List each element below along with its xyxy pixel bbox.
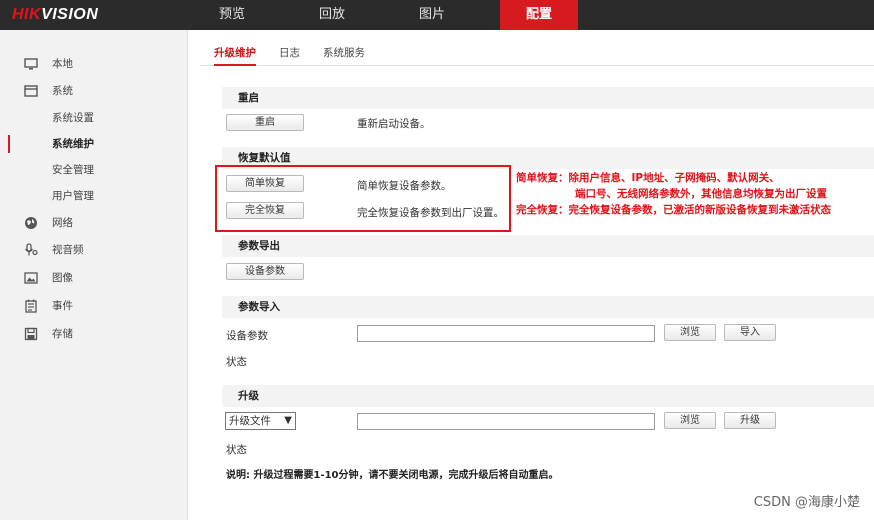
annotation-simple-restore-line1: 简单恢复：除用户信息、IP地址、子网掩码、默认网关、 bbox=[516, 172, 780, 184]
tab-system-service[interactable]: 系统服务 bbox=[323, 44, 365, 66]
upgrade-button[interactable]: 升级 bbox=[724, 412, 776, 429]
sidebar-item-audio-video[interactable]: 视音频 bbox=[0, 238, 188, 262]
import-label: 设备参数 bbox=[226, 330, 268, 342]
system-icon bbox=[24, 85, 38, 97]
sidebar-item-label: 视音频 bbox=[52, 244, 84, 256]
upgrade-note: 说明: 升级过程需要1-10分钟，请不要关闭电源，完成升级后将自动重启。 bbox=[226, 470, 559, 481]
upgrade-file-path-input[interactable] bbox=[357, 413, 655, 430]
section-header-upgrade: 升级 bbox=[222, 385, 874, 407]
sidebar-item-label: 系统设置 bbox=[52, 112, 94, 124]
sidebar-item-storage[interactable]: 存储 bbox=[0, 322, 188, 346]
restart-button[interactable]: 重启 bbox=[226, 114, 304, 131]
sidebar-item-label: 图像 bbox=[52, 272, 73, 284]
chevron-down-icon: ▼ bbox=[284, 415, 292, 426]
top-navigation-bar: HIKVISION 预览 回放 图片 配置 bbox=[0, 0, 874, 30]
import-status-label: 状态 bbox=[226, 356, 247, 368]
sidebar-item-label: 系统 bbox=[52, 85, 73, 97]
monitor-icon bbox=[24, 58, 38, 70]
sidebar-item-label: 本地 bbox=[52, 58, 73, 70]
sidebar-item-system-settings[interactable]: 系统设置 bbox=[0, 106, 188, 130]
section-header-parameter-import: 参数导入 bbox=[222, 296, 874, 318]
upgrade-status-label: 状态 bbox=[226, 444, 247, 456]
upgrade-file-type-select[interactable]: 升级文件 ▼ bbox=[225, 412, 296, 430]
sidebar-item-label: 网络 bbox=[52, 217, 73, 229]
sidebar-item-label: 存储 bbox=[52, 328, 73, 340]
import-browse-button[interactable]: 浏览 bbox=[664, 324, 716, 341]
tab-upgrade-maintenance[interactable]: 升级维护 bbox=[214, 44, 256, 66]
storage-icon bbox=[24, 327, 38, 341]
upgrade-browse-button[interactable]: 浏览 bbox=[664, 412, 716, 429]
tab-bar: 升级维护 日志 系统服务 bbox=[200, 44, 874, 66]
export-device-params-button[interactable]: 设备参数 bbox=[226, 263, 304, 280]
sidebar-item-label: 事件 bbox=[52, 300, 73, 312]
sidebar-item-security[interactable]: 安全管理 bbox=[0, 158, 188, 182]
audio-video-icon bbox=[25, 243, 38, 256]
annotation-highlight-box bbox=[215, 165, 511, 232]
sidebar-item-label: 安全管理 bbox=[52, 164, 94, 176]
sidebar-item-event[interactable]: 事件 bbox=[0, 294, 188, 318]
annotation-simple-restore-line2: 端口号、无线网络参数外，其他信息均恢复为出厂设置 bbox=[575, 188, 827, 200]
import-file-path-input[interactable] bbox=[357, 325, 655, 342]
sidebar-item-user-management[interactable]: 用户管理 bbox=[0, 184, 188, 208]
sidebar-item-network[interactable]: 网络 bbox=[0, 211, 188, 235]
globe-icon bbox=[25, 217, 37, 229]
section-header-restart: 重启 bbox=[222, 87, 874, 109]
section-header-parameter-export: 参数导出 bbox=[222, 235, 874, 257]
nav-configuration[interactable]: 配置 bbox=[500, 0, 578, 30]
annotation-full-restore: 完全恢复：完全恢复设备参数，已激活的新版设备恢复到未激活状态 bbox=[516, 204, 831, 216]
import-button[interactable]: 导入 bbox=[724, 324, 776, 341]
sidebar-item-system-maintenance[interactable]: 系统维护 bbox=[0, 132, 188, 156]
upgrade-select-value: 升级文件 bbox=[229, 415, 271, 427]
sidebar-item-local[interactable]: 本地 bbox=[0, 52, 188, 76]
hikvision-logo: HIKVISION bbox=[12, 6, 99, 23]
watermark: CSDN @海康小楚 bbox=[753, 495, 860, 510]
nav-picture[interactable]: 图片 bbox=[396, 0, 468, 30]
sidebar-item-system[interactable]: 系统 bbox=[0, 79, 188, 103]
sidebar: 本地 系统 系统设置 系统维护 安全管理 用户管理 网络 视音频 图像 事件 存… bbox=[0, 30, 188, 520]
tab-log[interactable]: 日志 bbox=[279, 44, 300, 66]
restart-description: 重新启动设备。 bbox=[357, 118, 431, 130]
image-icon bbox=[24, 272, 38, 284]
nav-preview[interactable]: 预览 bbox=[196, 0, 268, 30]
event-icon bbox=[25, 299, 37, 313]
sidebar-item-label: 用户管理 bbox=[52, 190, 94, 202]
nav-playback[interactable]: 回放 bbox=[296, 0, 368, 30]
sidebar-item-label: 系统维护 bbox=[52, 138, 94, 150]
sidebar-item-image[interactable]: 图像 bbox=[0, 266, 188, 290]
